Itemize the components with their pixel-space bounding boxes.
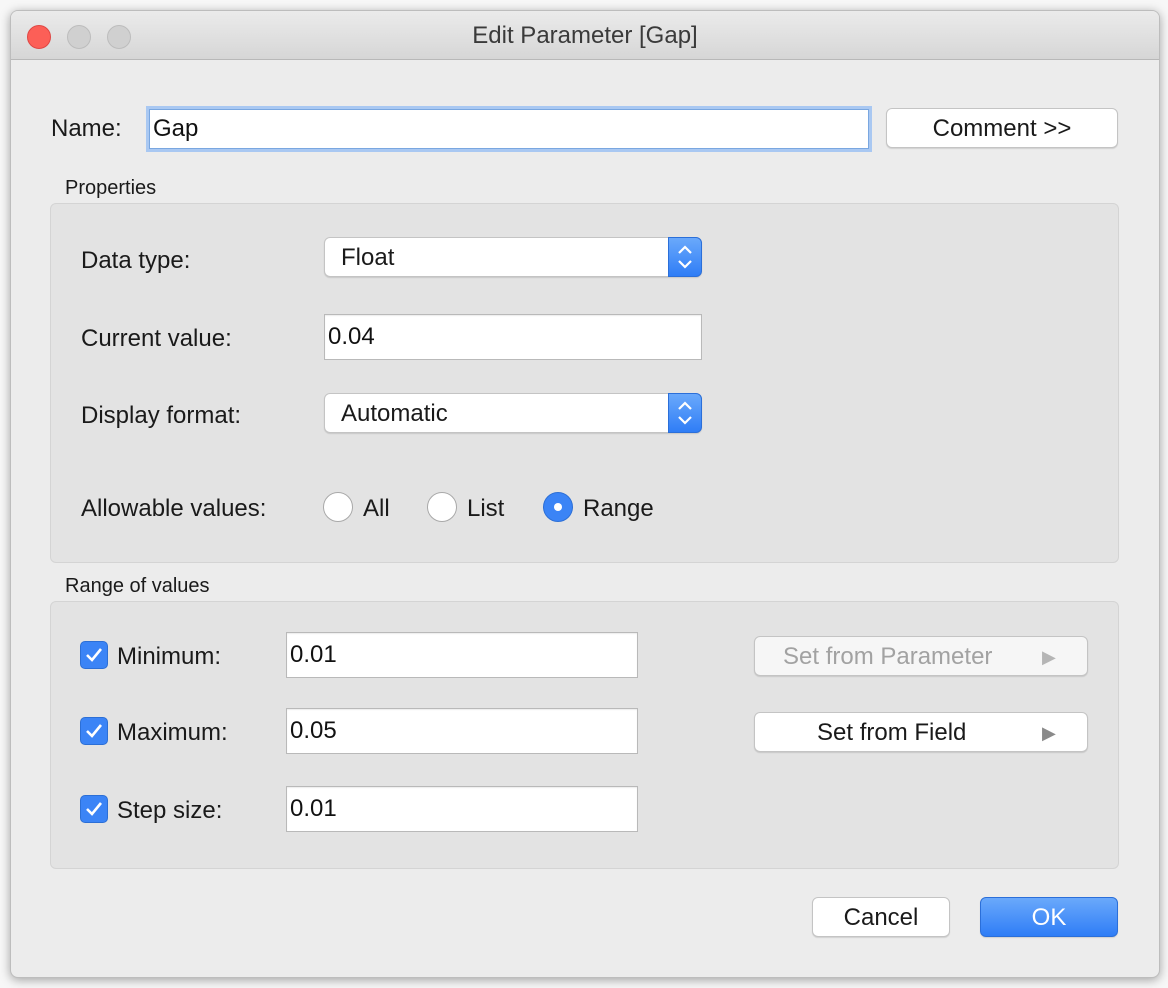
name-label: Name: [51,115,122,142]
name-input[interactable] [149,109,869,149]
display-format-value: Automatic [341,400,448,427]
current-value-label: Current value: [81,325,232,352]
properties-section-title: Properties [65,177,157,199]
step-size-input[interactable] [286,786,638,832]
display-format-select[interactable]: Automatic [324,393,702,433]
check-icon [86,802,103,816]
minimum-checkbox[interactable] [80,641,108,669]
step-size-label: Step size: [117,797,223,824]
ok-button[interactable]: OK [980,897,1118,937]
window-title: Edit Parameter [Gap] [472,22,698,49]
chevron-up-down-icon [668,393,702,433]
set-from-field-button[interactable]: Set from Field ▶ [754,712,1088,752]
data-type-label: Data type: [81,247,191,274]
arrow-right-icon: ▶ [1042,723,1056,743]
allowable-all-radio[interactable] [323,492,353,522]
maximum-label: Maximum: [117,719,228,746]
check-icon [86,648,103,662]
allowable-all-label[interactable]: All [363,495,390,523]
comment-button[interactable]: Comment >> [886,108,1118,148]
check-icon [86,724,103,738]
data-type-select[interactable]: Float [324,237,702,277]
range-section-title: Range of values [65,575,210,597]
allowable-range-radio[interactable] [543,492,573,522]
title-bar[interactable]: Edit Parameter [Gap] [11,11,1159,60]
set-from-parameter-button[interactable]: Set from Parameter ▶ [754,636,1088,676]
cancel-button[interactable]: Cancel [812,897,950,937]
set-from-parameter-label: Set from Parameter [783,643,993,670]
data-type-value: Float [341,244,395,271]
minimum-input[interactable] [286,632,638,678]
chevron-up-down-icon [668,237,702,277]
step-size-checkbox[interactable] [80,795,108,823]
allowable-values-label: Allowable values: [81,495,267,522]
maximum-input[interactable] [286,708,638,754]
arrow-right-icon: ▶ [1042,647,1056,667]
current-value-input[interactable] [324,314,702,360]
display-format-label: Display format: [81,402,242,429]
allowable-range-label[interactable]: Range [583,495,654,523]
allowable-list-label[interactable]: List [467,495,504,523]
minimum-label: Minimum: [117,643,222,670]
edit-parameter-dialog: Edit Parameter [Gap] Name: Comment >> Pr… [10,10,1160,978]
maximum-checkbox[interactable] [80,717,108,745]
set-from-field-label: Set from Field [817,719,967,746]
allowable-list-radio[interactable] [427,492,457,522]
